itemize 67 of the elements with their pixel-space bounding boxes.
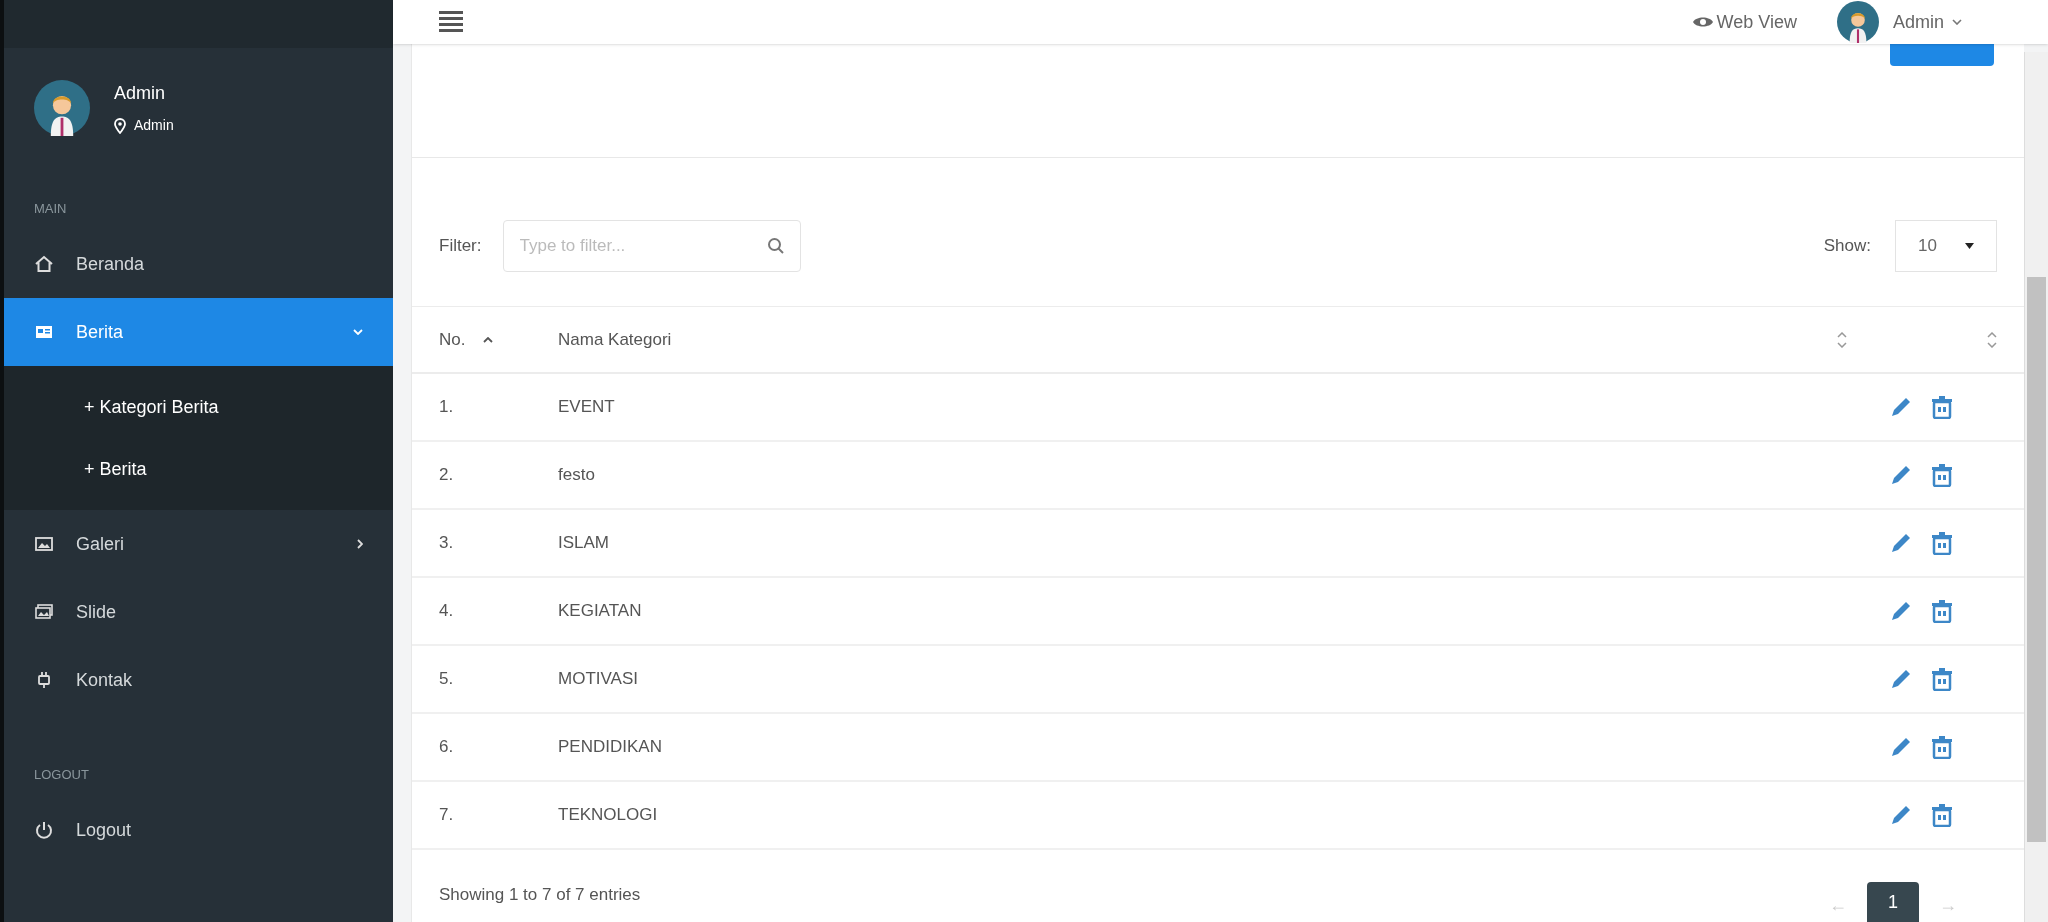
sort-icon[interactable]: [1837, 331, 1847, 348]
table-cell-text: 4.: [439, 600, 455, 623]
column-header[interactable]: Nama Kategori: [558, 326, 672, 353]
sort-up-icon[interactable]: [483, 336, 494, 343]
show-label: Show:: [1823, 234, 1871, 257]
trash-icon[interactable]: [1931, 599, 1953, 623]
image-icon: [34, 534, 54, 554]
eye-icon: [1692, 15, 1713, 29]
home-icon: [34, 254, 54, 274]
submenu-item[interactable]: + Berita: [4, 438, 393, 500]
power-icon: [34, 820, 54, 840]
pencil-icon[interactable]: [1889, 599, 1913, 623]
sidebar-item[interactable]: Logout: [4, 796, 393, 864]
section-heading: MAIN: [34, 199, 67, 218]
page-size-select[interactable]: 10: [1895, 220, 1997, 272]
chevron-down-icon: [1952, 19, 1962, 25]
table-cell-text: ISLAM: [558, 532, 611, 555]
table-cell-text: PENDIDIKAN: [558, 736, 663, 759]
trash-icon[interactable]: [1931, 735, 1953, 759]
sidebar-item[interactable]: Slide: [4, 578, 393, 646]
table-cell-text: EVENT: [558, 396, 616, 419]
table-cell-text: festo: [558, 464, 596, 487]
sort-icon[interactable]: [1987, 331, 1997, 348]
dropdown-icon: [1965, 243, 1974, 249]
filter-field[interactable]: Type to filter...: [502, 220, 801, 272]
trash-icon[interactable]: [1931, 667, 1953, 691]
table-cell-text: 6.: [439, 736, 455, 759]
pencil-icon[interactable]: [1889, 667, 1913, 691]
profile-role: Admin: [134, 116, 174, 135]
location-pin-icon: [114, 117, 126, 134]
trash-icon[interactable]: [1931, 531, 1953, 555]
search-icon: [766, 237, 785, 255]
sidebar-item[interactable]: Kontak: [4, 646, 393, 714]
entries-info: Showing 1 to 7 of 7 entries: [439, 884, 641, 906]
page-button[interactable]: 1: [1867, 882, 1919, 922]
pencil-icon[interactable]: [1889, 395, 1913, 419]
pencil-icon[interactable]: [1889, 531, 1913, 555]
section-heading: LOGOUT: [34, 765, 89, 784]
table-cell-text: 2.: [439, 464, 455, 487]
table-cell-text: TEKNOLOGI: [558, 804, 659, 827]
table-cell-text: MOTIVASI: [558, 668, 639, 691]
submenu-item[interactable]: + Kategori Berita: [4, 376, 393, 438]
table-cell-text: KEGIATAN: [558, 600, 643, 623]
profile-name: Admin: [114, 82, 167, 105]
trash-icon[interactable]: [1931, 463, 1953, 487]
sidebar-item[interactable]: Beranda: [4, 230, 393, 298]
avatar-icon: [34, 80, 90, 136]
table-cell-text: 5.: [439, 668, 455, 691]
sidebar-item[interactable]: Berita: [4, 298, 393, 366]
pencil-icon[interactable]: [1889, 735, 1913, 759]
images-icon: [34, 602, 54, 622]
trash-icon[interactable]: [1931, 395, 1953, 419]
sidebar-item[interactable]: Galeri: [4, 510, 393, 578]
user-menu[interactable]: Admin: [1892, 8, 1962, 36]
table-cell-text: 7.: [439, 804, 455, 827]
scrollbar[interactable]: [2024, 52, 2048, 922]
pencil-icon[interactable]: [1889, 463, 1913, 487]
web-view-link[interactable]: Web View: [1692, 8, 1797, 36]
table-cell-text: 1.: [439, 396, 455, 419]
filter-label: Filter:: [439, 234, 482, 257]
menu-icon[interactable]: [439, 11, 463, 33]
pencil-icon[interactable]: [1889, 803, 1913, 827]
column-header[interactable]: No.: [439, 326, 466, 353]
trash-icon[interactable]: [1931, 803, 1953, 827]
chevron-right-icon: [357, 539, 363, 549]
table-cell-text: 3.: [439, 532, 455, 555]
chevron-down-icon: [353, 329, 363, 335]
